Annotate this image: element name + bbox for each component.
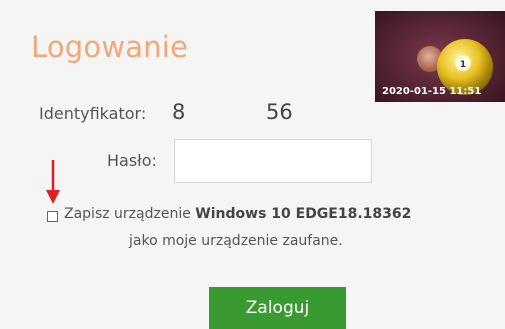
identifier-value-end: 56 xyxy=(266,100,293,124)
password-label: Hasło: xyxy=(107,151,157,170)
device-name: Windows 10 EDGE18.18362 xyxy=(195,206,412,222)
identifier-value-start: 8 xyxy=(172,100,186,124)
session-thumbnail: 1 2020-01-15 11:51 xyxy=(375,11,505,102)
login-panel: Logowanie 1 2020-01-15 11:51 Identyfikat… xyxy=(0,0,505,329)
arrow-down-icon xyxy=(46,160,60,204)
page-title: Logowanie xyxy=(31,30,189,64)
remember-device-label: Zapisz urządzenie Windows 10 EDGE18.1836… xyxy=(64,206,411,222)
identifier-label: Identyfikator: xyxy=(39,104,147,123)
remember-device-suffix: jako moje urządzenie zaufane. xyxy=(129,233,343,249)
thumbnail-timestamp: 2020-01-15 11:51 xyxy=(382,86,482,97)
remember-prefix: Zapisz urządzenie xyxy=(64,206,196,222)
login-button[interactable]: Zaloguj xyxy=(209,287,346,329)
remember-device-checkbox[interactable] xyxy=(47,211,58,222)
password-input[interactable] xyxy=(174,139,372,183)
svg-text:1: 1 xyxy=(460,60,466,70)
